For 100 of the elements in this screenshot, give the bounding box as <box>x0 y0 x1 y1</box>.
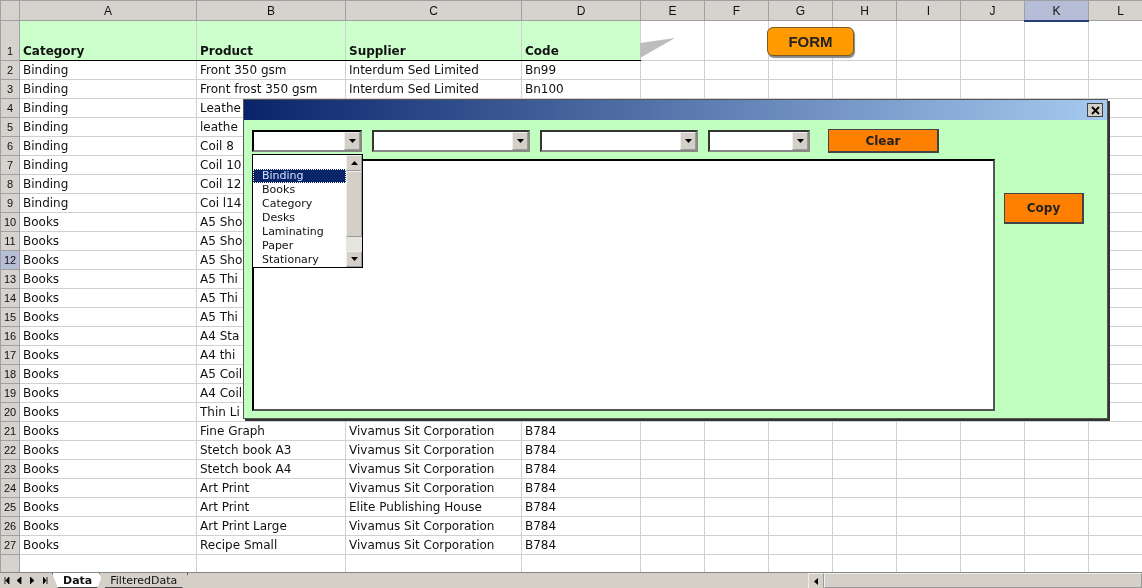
copy-button[interactable]: Copy <box>1004 193 1084 224</box>
up-arrow-icon <box>350 161 358 165</box>
table-cell: Books <box>19 288 197 308</box>
table-cell: Books <box>19 231 197 251</box>
combo-box[interactable] <box>540 130 698 152</box>
table-cell: Front 350 gsm <box>196 60 346 80</box>
table-cell: Books <box>19 345 197 365</box>
dropdown-button[interactable] <box>344 132 360 150</box>
previous-sheet-icon[interactable] <box>16 577 23 584</box>
column-header[interactable]: B <box>196 0 346 21</box>
table-cell: Books <box>19 516 197 536</box>
column-header[interactable]: A <box>19 0 197 21</box>
table-cell: Books <box>19 326 197 346</box>
column-header[interactable]: G <box>768 0 833 21</box>
table-cell: Binding <box>19 117 197 137</box>
table-cell: Vivamus Sit Corporation <box>345 440 522 460</box>
table-cell: Books <box>19 269 197 289</box>
last-sheet-icon[interactable] <box>42 577 49 584</box>
table-cell: Recipe Small <box>196 535 346 555</box>
table-cell: Bn99 <box>521 60 641 80</box>
dropdown-button[interactable] <box>680 132 696 150</box>
table-cell: B784 <box>521 459 641 479</box>
table-cell: B784 <box>521 440 641 460</box>
table-cell: Books <box>19 459 197 479</box>
table-cell: Books <box>19 440 197 460</box>
table-cell: Interdum Sed Limited <box>345 79 522 99</box>
table-cell: B784 <box>521 516 641 536</box>
table-cell: Vivamus Sit Corporation <box>345 516 522 536</box>
scrollbar-thumb[interactable] <box>346 171 362 237</box>
column-header[interactable]: J <box>960 0 1025 21</box>
scroll-left-button[interactable] <box>808 573 824 588</box>
clear-button[interactable]: Clear <box>828 129 939 153</box>
sheet-tab[interactable]: FilteredData <box>99 573 189 588</box>
table-cell: B784 <box>521 478 641 498</box>
column-heading: Product <box>196 20 346 61</box>
dropdown-option[interactable]: Binding <box>253 169 346 183</box>
first-sheet-icon[interactable] <box>3 577 10 584</box>
form-button[interactable]: FORM <box>767 27 854 56</box>
table-cell: Books <box>19 250 197 270</box>
down-arrow-icon <box>350 257 358 261</box>
table-cell: Books <box>19 383 197 403</box>
table-cell: Binding <box>19 174 197 194</box>
column-heading: Code <box>521 20 641 61</box>
table-cell: Art Print Large <box>196 516 346 536</box>
table-cell: B784 <box>521 497 641 517</box>
column-header[interactable]: L <box>1088 0 1142 21</box>
table-cell: Books <box>19 497 197 517</box>
close-button[interactable] <box>1087 103 1103 117</box>
combo-box[interactable] <box>708 130 810 152</box>
close-icon <box>1090 105 1100 115</box>
column-heading: Category <box>19 20 197 61</box>
table-cell: Bn100 <box>521 79 641 99</box>
table-cell: Books <box>19 212 197 232</box>
table-cell: Binding <box>19 136 197 156</box>
table-cell: Books <box>19 478 197 498</box>
scroll-up-button[interactable] <box>346 155 362 171</box>
scroll-down-button[interactable] <box>346 251 362 267</box>
table-cell: Front frost 350 gsm <box>196 79 346 99</box>
caret-icon <box>684 139 692 143</box>
table-cell: Vivamus Sit Corporation <box>345 459 522 479</box>
table-cell: Binding <box>19 79 197 99</box>
table-cell: Vivamus Sit Corporation <box>345 535 522 555</box>
dropdown-option[interactable]: Paper <box>253 239 346 253</box>
table-cell: Elite Publishing House <box>345 497 522 517</box>
table-cell: Books <box>19 307 197 327</box>
column-header[interactable]: F <box>704 0 769 21</box>
caret-icon <box>796 139 804 143</box>
table-cell: Binding <box>19 155 197 175</box>
dropdown-button[interactable] <box>512 132 528 150</box>
dropdown-button[interactable] <box>792 132 808 150</box>
list-box[interactable] <box>252 159 995 411</box>
column-header[interactable]: E <box>640 0 705 21</box>
table-cell: Books <box>19 402 197 422</box>
table-cell: Stetch book A4 <box>196 459 346 479</box>
next-sheet-icon[interactable] <box>29 577 36 584</box>
scrollbar-thumb[interactable] <box>824 573 1142 588</box>
column-header[interactable]: D <box>521 0 641 21</box>
table-cell: Binding <box>19 60 197 80</box>
table-cell: Interdum Sed Limited <box>345 60 522 80</box>
table-cell: Books <box>19 364 197 384</box>
column-heading: Supplier <box>345 20 522 61</box>
caret-icon <box>516 139 524 143</box>
table-cell: Binding <box>19 98 197 118</box>
caret-icon <box>348 139 356 143</box>
row-header[interactable]: 1 <box>0 20 20 61</box>
dropdown-option[interactable]: Category <box>253 197 346 211</box>
table-cell: Stetch book A3 <box>196 440 346 460</box>
table-cell: Art Print <box>196 497 346 517</box>
dropdown-option[interactable]: Stationary <box>253 253 346 267</box>
column-header[interactable]: K <box>1024 0 1089 21</box>
table-cell: Vivamus Sit Corporation <box>345 478 522 498</box>
table-cell: B784 <box>521 535 641 555</box>
table-cell: Books <box>19 535 197 555</box>
triangle-shape <box>640 38 675 58</box>
column-header[interactable]: H <box>832 0 897 21</box>
column-header[interactable]: I <box>896 0 961 21</box>
column-header[interactable]: C <box>345 0 522 21</box>
combo-box[interactable] <box>372 130 530 152</box>
dropdown-option[interactable]: Desks <box>253 211 346 225</box>
left-arrow-icon <box>814 577 818 585</box>
